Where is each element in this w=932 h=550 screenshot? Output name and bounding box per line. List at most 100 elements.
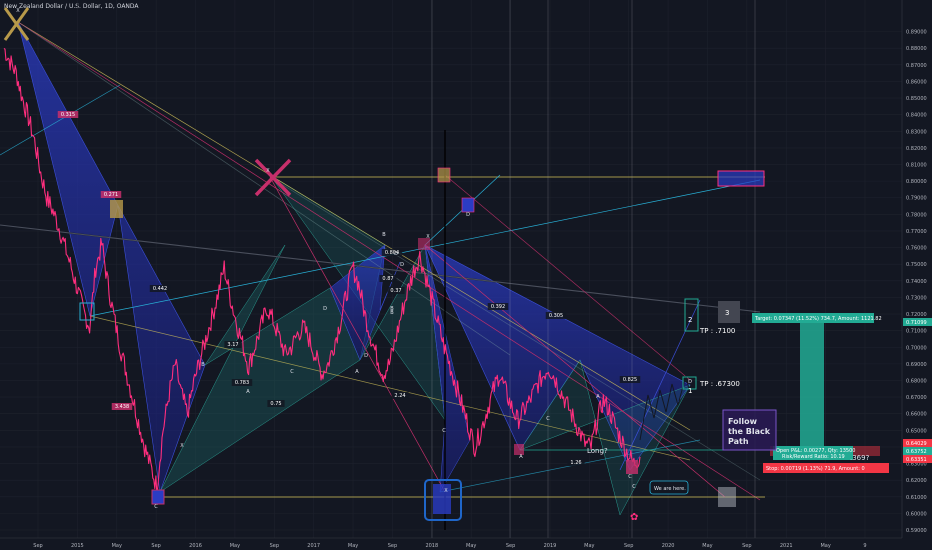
price-scale[interactable]: 0.89000 0.88000 0.87000 0.86000 0.85000 0.840…	[901, 0, 932, 540]
y-tick-label: 0.74000	[906, 279, 927, 285]
y-tick-label: 0.89000	[906, 30, 927, 36]
ratio-label: 0.783	[235, 380, 249, 386]
target-1-label: TP : .67300	[699, 380, 740, 388]
price-tag: 0.63351	[906, 457, 927, 463]
x-tick-label: Sep	[151, 543, 160, 549]
x-tick-label: Sep	[270, 543, 279, 549]
x-tick-label: 2017	[307, 543, 320, 549]
price-tag: 0.64029	[906, 441, 927, 447]
ratio-label: 3.17	[227, 342, 238, 348]
y-tick-label: 0.68000	[906, 378, 927, 384]
time-scale[interactable]: Sep 2015 May Sep 2016 May Sep 2017 May Sep 2018 May…	[0, 537, 932, 550]
box-2018-top	[437, 167, 451, 183]
ratio-label: 0.271	[104, 192, 118, 198]
b369-note: .369?	[850, 454, 870, 462]
point-label: X	[444, 488, 448, 494]
x-tick-label: May	[230, 543, 240, 549]
y-tick-label: 0.67000	[906, 395, 927, 401]
y-tick-label: 0.79000	[906, 196, 927, 202]
point-label: A	[596, 394, 600, 400]
point-label: A	[519, 454, 523, 460]
ratio-label: 0.87	[382, 276, 393, 282]
y-tick-label: 0.70000	[906, 345, 927, 351]
x-tick-label: May	[584, 543, 594, 549]
point-label: B	[390, 306, 394, 312]
y-tick-label: 0.87000	[906, 63, 927, 69]
point-label: X	[426, 234, 430, 240]
x-tick-label: 2021	[780, 543, 793, 549]
position-box-line2: Risk/Reward Ratio: 10.19	[782, 454, 845, 460]
point-label: D	[364, 353, 368, 359]
target-2-number: 2	[688, 316, 692, 324]
target-3-number: 3	[725, 309, 729, 317]
point-label: A	[246, 389, 250, 395]
y-tick-label: 0.60000	[906, 511, 927, 517]
x-tick-label: May	[466, 543, 476, 549]
y-tick-label: 0.65000	[906, 428, 927, 434]
y-tick-label: 0.71000	[906, 329, 927, 335]
profit-zone	[800, 318, 824, 446]
point-label: D	[400, 262, 404, 268]
x-mark-2016	[254, 158, 292, 197]
target-2-label: TP : .7100	[699, 327, 735, 335]
point-label: D	[688, 379, 692, 385]
y-tick-label: 0.62000	[906, 478, 927, 484]
box-2015-mid	[110, 200, 123, 218]
point-label: D	[323, 306, 327, 312]
y-tick-label: 0.69000	[906, 362, 927, 368]
long-note: Long?	[587, 447, 608, 455]
y-tick-label: 0.86000	[906, 79, 927, 85]
point-label: D	[394, 251, 398, 257]
point-label: C	[632, 484, 636, 490]
y-tick-label: 0.77000	[906, 229, 927, 235]
x-tick-label: May	[702, 543, 712, 549]
point-label: X	[180, 443, 184, 449]
point-label: B	[382, 232, 386, 238]
point-label: X	[16, 8, 20, 14]
y-tick-label: 0.83000	[906, 129, 927, 135]
pattern-xabcd-2015	[17, 21, 206, 493]
x-tick-label: 2019	[544, 543, 557, 549]
point-label: C	[154, 504, 158, 510]
y-tick-label: 0.73000	[906, 295, 927, 301]
y-tick-label: 0.75000	[906, 262, 927, 268]
box-grey	[718, 487, 736, 507]
y-tick-label: 0.72000	[906, 312, 927, 318]
stop-box-text: Stop: 0.00719 (1.13%) 71.9, Amount: 0	[766, 466, 865, 472]
price-tag: 0.63752	[906, 449, 927, 455]
x-tick-label: 9	[863, 543, 866, 549]
y-tick-label: 0.66000	[906, 412, 927, 418]
box-2018-b	[461, 197, 475, 213]
ratio-label: 0.37	[390, 288, 401, 294]
rocket-icon: ✿	[630, 512, 638, 523]
box-2019-low	[626, 460, 638, 474]
ratio-label: 0.315	[61, 112, 75, 118]
x-tick-label: Sep	[742, 543, 751, 549]
ratio-label: 0.392	[491, 304, 505, 310]
y-tick-label: 0.80000	[906, 179, 927, 185]
ratio-label: 1.26	[570, 460, 581, 466]
ratio-label: 0.442	[153, 286, 167, 292]
chart-canvas[interactable]: Target: 0.07347 (11.52%) 734.7, Amount: …	[0, 0, 932, 550]
we-are-here-note: We are here.	[654, 486, 686, 492]
point-label: D	[466, 212, 470, 218]
target-box-text: Target: 0.07347 (11.52%) 734.7, Amount: …	[754, 316, 882, 322]
y-tick-label: 0.82000	[906, 146, 927, 152]
vertical-markers	[431, 0, 756, 540]
x-tick-label: Sep	[33, 543, 42, 549]
y-tick-label: 0.81000	[906, 163, 927, 169]
y-tick-label: 0.88000	[906, 46, 927, 52]
x-tick-label: Sep	[624, 543, 633, 549]
y-tick-label: 0.61000	[906, 495, 927, 501]
x-tick-label: May	[112, 543, 122, 549]
y-tick-label: 0.85000	[906, 96, 927, 102]
target-1-number: 1	[688, 387, 692, 395]
ratio-label: 3.438	[115, 404, 129, 410]
x-tick-label: May	[820, 543, 830, 549]
ratio-label: 2.24	[394, 393, 405, 399]
ratio-label: 0.75	[270, 401, 281, 407]
box-2015-low	[151, 489, 165, 505]
box-target-zone	[717, 170, 765, 187]
follow-line3: Path	[728, 437, 749, 446]
price-tag: 0.71099	[906, 320, 927, 326]
